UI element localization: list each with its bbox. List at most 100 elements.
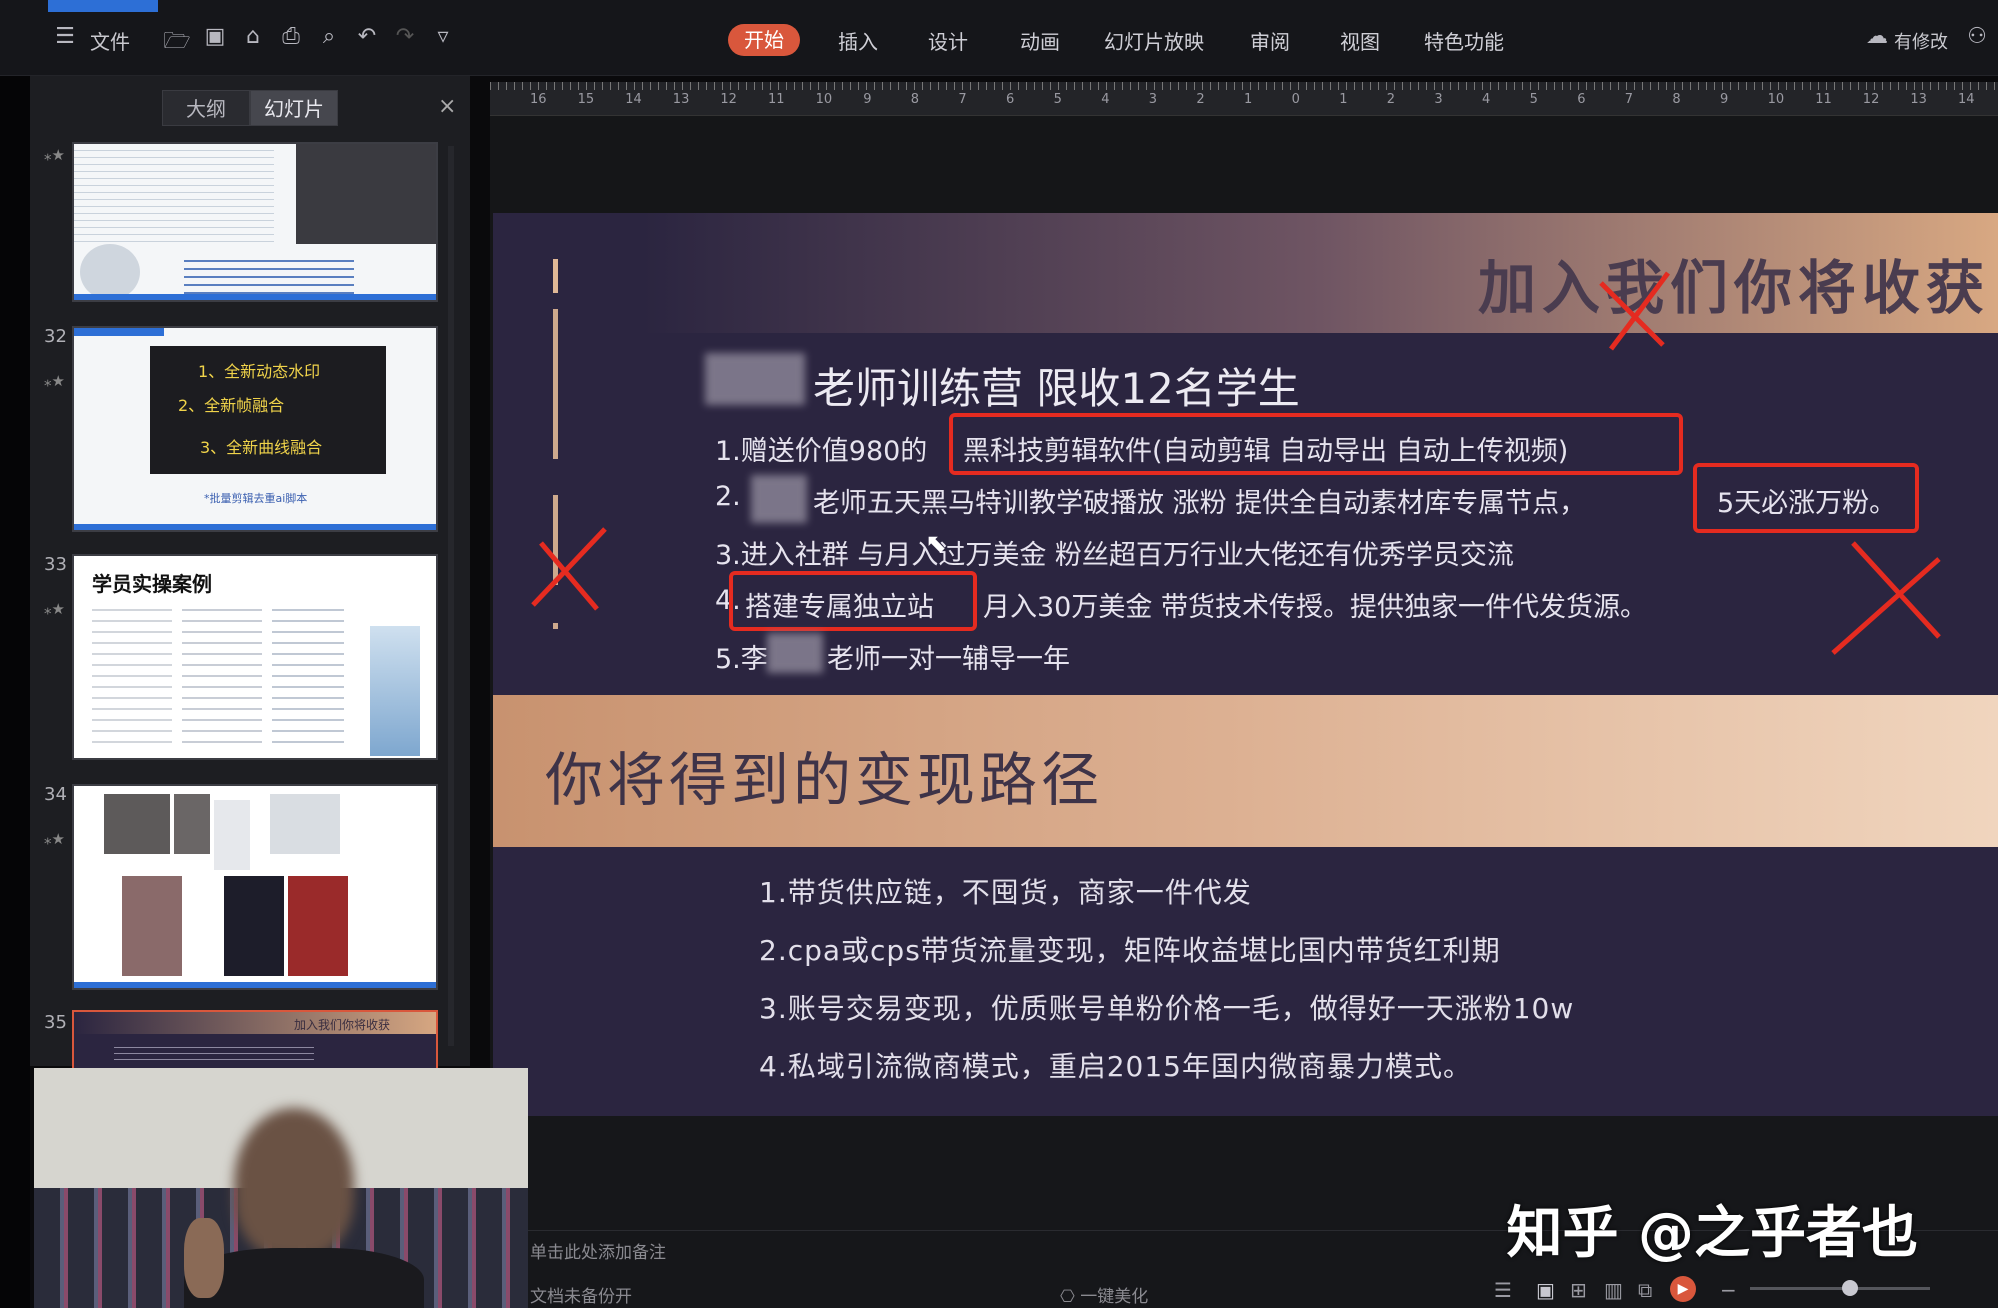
tab-outline[interactable]: 大纲 — [162, 90, 250, 126]
ruler-tick-label: 7 — [958, 92, 967, 107]
slide-number-34: 34 — [44, 784, 67, 805]
slide-thumbnail-31[interactable] — [72, 142, 438, 302]
hamburger-menu-icon[interactable]: ☰ — [50, 24, 80, 49]
redo-icon[interactable]: ↷ — [390, 24, 420, 49]
notes-toggle-icon[interactable]: ☰ — [1494, 1278, 1512, 1302]
reading-view-icon[interactable]: ▥ — [1604, 1278, 1623, 1302]
ruler-tick-label: 4 — [1482, 92, 1491, 107]
ruler-tick-label: 3 — [1148, 92, 1158, 107]
thumb-caption: *批量剪辑去重ai脚本 — [204, 492, 308, 505]
thumb-video-panel: 1、全新动态水印 2、全新帧融合 3、全新曲线融合 — [150, 346, 386, 474]
slide-number-32: 32 — [44, 326, 67, 347]
undo-icon[interactable]: ↶ — [352, 24, 382, 49]
current-slide[interactable]: 加入我们你将收获 老师训练营 限收12名学生 1.赠送价值980的 黑科技剪辑软… — [493, 213, 1998, 1125]
notes-placeholder[interactable]: 单击此处添加备注 — [530, 1238, 666, 1263]
ruler-tick-label: 9 — [863, 92, 872, 107]
red-x-mark-1 — [1599, 271, 1670, 351]
status-bar: 文档未备份开 ⎔ 一键美化 ☰ ▣ ⊞ ▥ ⧉ ▶ − — [470, 1268, 1998, 1308]
tab-view[interactable]: 视图 — [1340, 26, 1380, 55]
modified-status[interactable]: 有修改 — [1894, 28, 1948, 54]
monetization-path-3: 3.账号交易变现，优质账号单粉价格一毛，做得好一天涨粉10w — [759, 992, 1575, 1025]
thumb-photo — [104, 794, 170, 854]
thumb-footer-bar — [74, 294, 436, 300]
thumb-header-bar — [74, 328, 164, 336]
user-account-icon[interactable]: ⚇ — [1962, 24, 1992, 49]
horizontal-ruler[interactable]: 16 15 14 13 12 11 10 9 8 7 6 5 4 3 2 1 0 1 2 3 4 5 6 7 8 9 10 11 12 1… — [490, 82, 1998, 116]
tab-slideshow[interactable]: 幻灯片放映 — [1104, 26, 1204, 55]
ruler-ticks — [490, 82, 1998, 90]
ruler-tick-label: 7 — [1624, 92, 1634, 107]
tab-animation[interactable]: 动画 — [1020, 26, 1060, 55]
backup-status[interactable]: 文档未备份开 — [530, 1282, 632, 1307]
ruler-tick-label: 13 — [672, 92, 690, 107]
window-edge — [0, 0, 30, 1308]
slide-thumbnail-32[interactable]: 1、全新动态水印 2、全新帧融合 3、全新曲线融合 *批量剪辑去重ai脚本 — [72, 326, 438, 532]
close-panel-icon[interactable]: × — [438, 94, 456, 119]
thumb-chat-screenshot — [92, 600, 172, 750]
top-toolbar: ☰ 文件 🗁 ▣ ⌂ ⎙ ⌕ ↶ ↷ ▿ 开始 插入 设计 动画 幻灯片放映 审… — [0, 0, 1998, 76]
slide-thumbnail-33[interactable]: 学员实操案例 — [72, 554, 438, 760]
beautify-button[interactable]: ⎔ 一键美化 — [1060, 1282, 1148, 1307]
ruler-tick-label: 0 — [1291, 92, 1300, 107]
thumb-photo — [214, 800, 250, 870]
ruler-tick-label: 5 — [1053, 92, 1062, 107]
thumb-photo — [174, 794, 210, 854]
beautify-icon: ⎔ — [1060, 1287, 1081, 1307]
ruler-tick-label: 14 — [1958, 92, 1975, 107]
ruler-tick-label: 14 — [625, 92, 642, 107]
save-icon[interactable]: ▣ — [200, 24, 230, 49]
ruler-tick-label: 10 — [1767, 92, 1785, 107]
thumb-chat-screenshot — [272, 600, 344, 750]
tab-insert[interactable]: 插入 — [838, 26, 878, 55]
ruler-tick-label: 12 — [720, 92, 737, 107]
monetization-path-2: 2.cpa或cps带货流量变现，矩阵收益堪比国内带货红利期 — [759, 934, 1501, 967]
zoom-slider[interactable] — [1750, 1287, 1930, 1290]
ruler-tick-label: 8 — [910, 92, 920, 107]
ruler-tick-label: 13 — [1910, 92, 1927, 107]
tab-slides[interactable]: 幻灯片 — [250, 90, 338, 126]
slide-sorter-icon[interactable]: ⊞ — [1570, 1278, 1587, 1302]
ruler-tick-label: 4 — [1101, 92, 1110, 107]
presenter-view-icon[interactable]: ⧉ — [1638, 1278, 1652, 1302]
format-painter-icon[interactable]: ⌂ — [238, 24, 268, 49]
thumb-photo — [296, 144, 436, 244]
play-slideshow-icon[interactable]: ▶ — [1670, 1276, 1696, 1302]
thumb-photo — [288, 876, 348, 976]
thumbnail-scrollbar[interactable] — [448, 146, 454, 1046]
thumb-title: 学员实操案例 — [92, 572, 212, 596]
normal-view-icon[interactable]: ▣ — [1536, 1278, 1555, 1302]
slide-number-35: 35 — [44, 1012, 67, 1033]
tab-special-features[interactable]: 特色功能 — [1424, 26, 1504, 55]
thumb-line-1: 1、全新动态水印 — [198, 362, 321, 381]
thumb-building-graphic — [370, 626, 420, 756]
monetization-path-1: 1.带货供应链，不囤货，商家一件代发 — [759, 876, 1252, 909]
raised-hand — [184, 1218, 224, 1298]
thumb-line-3: 3、全新曲线融合 — [200, 438, 323, 457]
thumb-caption-block — [184, 254, 354, 294]
slide-number-33: 33 — [44, 554, 67, 575]
file-menu[interactable]: 文件 — [90, 26, 130, 55]
open-folder-icon[interactable]: 🗁 — [162, 24, 192, 62]
ruler-tick-label: 12 — [1862, 92, 1880, 107]
slide-thumbnail-35[interactable]: 加入我们你将收获 — [72, 1010, 438, 1070]
zoom-out-icon[interactable]: − — [1720, 1278, 1737, 1302]
cloud-sync-icon[interactable]: ☁ — [1862, 24, 1892, 49]
ruler-tick-label: 11 — [768, 92, 785, 107]
thumb-footer-bar — [74, 982, 436, 988]
ruler-tick-label: 3 — [1434, 92, 1443, 107]
customize-dropdown-icon[interactable]: ▿ — [428, 24, 458, 49]
zoom-slider-handle[interactable] — [1842, 1280, 1858, 1296]
red-x-mark-3 — [1831, 541, 1941, 655]
print-preview-icon[interactable]: ⌕ — [314, 24, 344, 49]
tab-design[interactable]: 设计 — [928, 26, 968, 55]
ruler-tick-label: 8 — [1672, 92, 1681, 107]
print-icon[interactable]: ⎙ — [276, 24, 306, 49]
thumb-text-block — [74, 144, 274, 244]
tab-review[interactable]: 审阅 — [1250, 26, 1290, 55]
slide-thumbnail-34[interactable] — [72, 784, 438, 990]
ruler-tick-label: 6 — [1577, 92, 1586, 107]
ruler-tick-label: 1 — [1244, 92, 1253, 107]
thumb-chat-screenshot — [182, 600, 262, 750]
tab-home[interactable]: 开始 — [728, 24, 800, 56]
animation-star-icon: ⁎★ — [44, 830, 65, 848]
